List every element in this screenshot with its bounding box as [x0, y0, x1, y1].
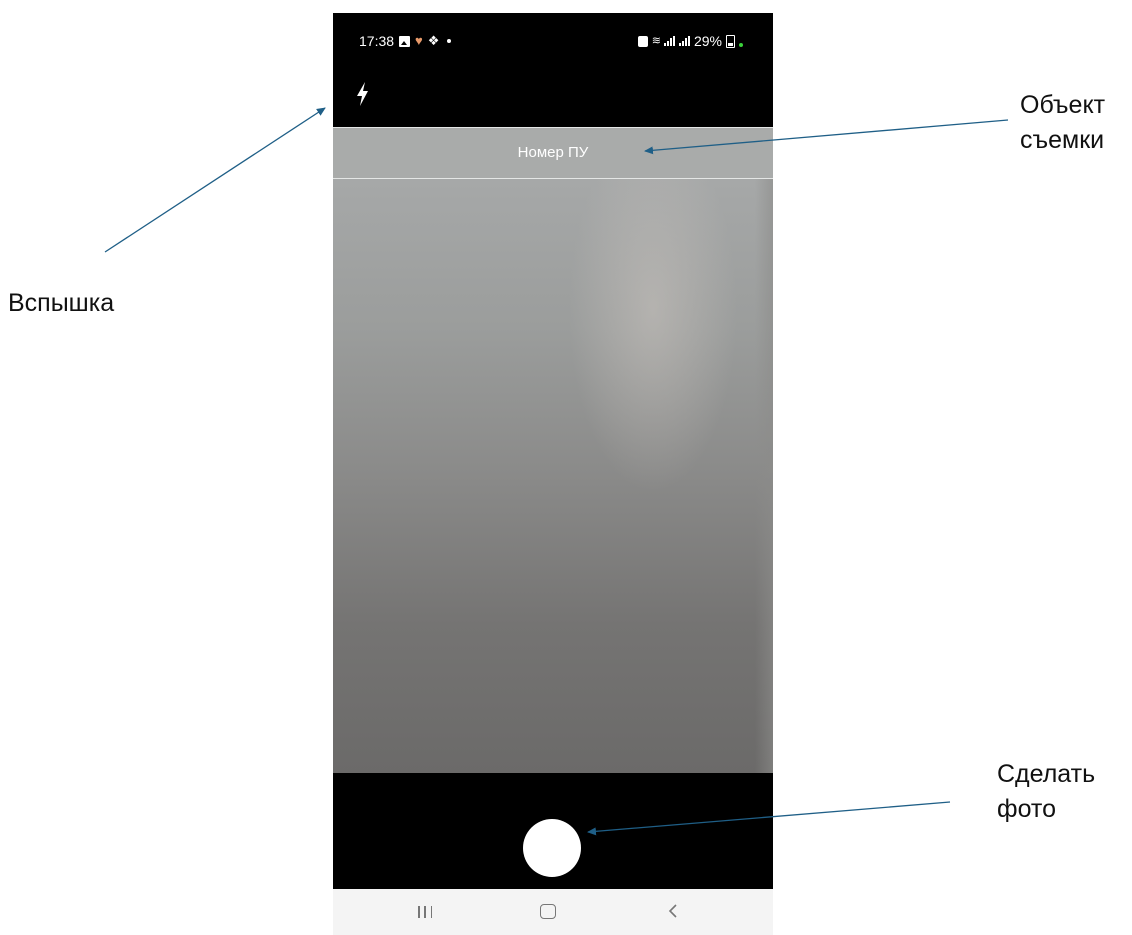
recents-icon: [418, 906, 420, 918]
home-button[interactable]: [540, 904, 556, 919]
subject-annotation-label: Объект съемки: [1020, 91, 1106, 154]
signal-icon-2: [678, 36, 690, 46]
shutter-button[interactable]: [523, 819, 581, 877]
capture-subject-bar: Номер ПУ: [333, 127, 773, 179]
signal-icon-1: [663, 36, 675, 46]
status-left: 17:38 ♥ ❖: [359, 33, 452, 49]
recents-button[interactable]: [418, 905, 432, 919]
flash-icon: [357, 82, 368, 106]
flash-arrow: [104, 107, 326, 253]
camera-controls: [333, 773, 773, 889]
battery-icon: [726, 34, 735, 48]
back-icon: [668, 904, 677, 918]
flash-button[interactable]: [351, 79, 375, 109]
more-notifications-icon: [447, 39, 452, 43]
privacy-indicator-icon: [739, 43, 743, 47]
camera-viewfinder[interactable]: [333, 179, 773, 773]
battery-percent: 29%: [693, 33, 722, 49]
alarm-icon: [637, 35, 648, 47]
health-notification-icon: ♥: [415, 33, 423, 48]
back-button[interactable]: [665, 899, 681, 923]
gallery-notification-icon: [399, 35, 411, 47]
status-bar: 17:38 ♥ ❖ ≋ 29%: [333, 13, 773, 69]
phone-screen: 17:38 ♥ ❖ ≋ 29% Номер ПУ: [333, 13, 773, 935]
wifi-icon: ≋: [651, 35, 661, 47]
annotated-screenshot: 17:38 ♥ ❖ ≋ 29% Номер ПУ Вспышка Объект …: [0, 0, 1132, 935]
flash-annotation-label: Вспышка: [8, 289, 115, 317]
capture-subject-title: Номер ПУ: [517, 144, 589, 161]
status-time: 17:38: [359, 33, 395, 49]
status-right: ≋ 29%: [637, 33, 743, 49]
system-nav-bar: [333, 889, 773, 935]
shoot-annotation-label: Сделать фото: [997, 760, 1096, 823]
dropbox-notification-icon: ❖: [427, 33, 440, 48]
